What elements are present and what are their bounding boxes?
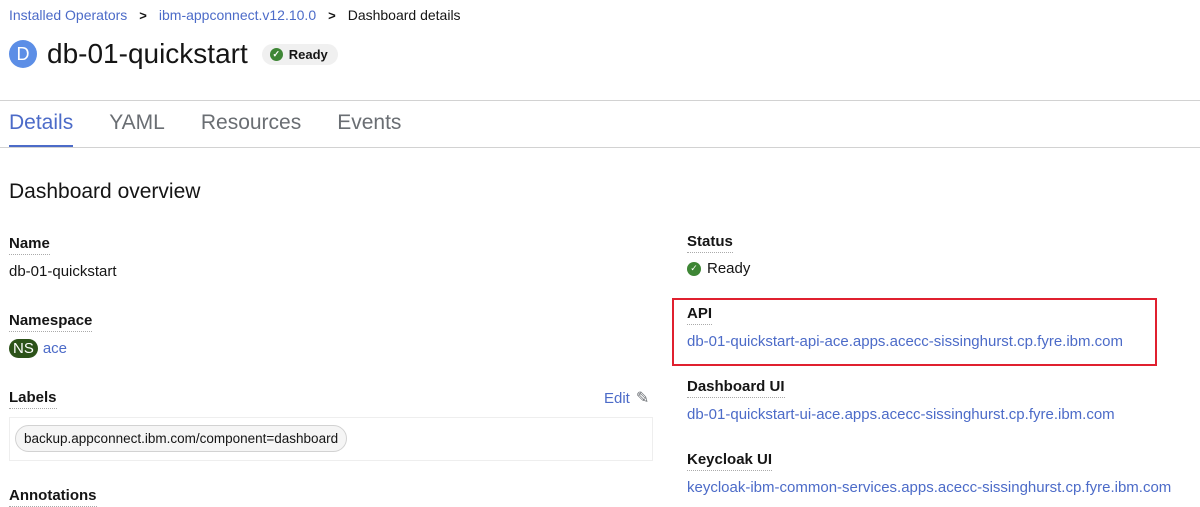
chevron-right-icon: > [328, 7, 336, 23]
status-label: Status [687, 233, 733, 253]
pencil-icon: ✎ [635, 390, 650, 407]
labels-box: backup.appconnect.ibm.com/component=dash… [9, 417, 653, 461]
breadcrumb-current: Dashboard details [347, 7, 461, 23]
breadcrumb: Installed Operators > ibm-appconnect.v12… [9, 7, 461, 23]
dashboard-ui-link[interactable]: db-01-quickstart-ui-ace.apps.acecc-sissi… [687, 406, 1115, 423]
section-title: Dashboard overview [9, 180, 201, 203]
dashboard-ui-label: Dashboard UI [687, 378, 785, 398]
check-circle-icon: ✓ [687, 261, 701, 276]
name-value: db-01-quickstart [9, 263, 117, 280]
api-label: API [687, 305, 713, 325]
namespace-label: Namespace [9, 312, 93, 332]
edit-link[interactable]: Edit [604, 390, 630, 407]
namespace-badge: NS [9, 339, 38, 358]
tab-yaml[interactable]: YAML [109, 100, 165, 148]
breadcrumb-operator[interactable]: ibm-appconnect.v12.10.0 [159, 7, 316, 23]
status-badge: ✓ Ready [261, 43, 338, 65]
page-header: D db-01-quickstart ✓ Ready [9, 38, 338, 70]
tab-resources[interactable]: Resources [201, 100, 301, 148]
edit-labels-button[interactable]: Edit ✎ [604, 388, 649, 408]
divider [0, 147, 1200, 148]
tab-details[interactable]: Details [9, 100, 74, 148]
namespace-link[interactable]: ace [43, 340, 67, 357]
labels-label: Labels [9, 389, 57, 409]
highlight-box [672, 298, 1157, 366]
status-text: Ready [707, 260, 751, 277]
annotations-label: Annotations [9, 487, 97, 507]
chevron-right-icon: > [139, 7, 147, 23]
keycloak-ui-label: Keycloak UI [687, 451, 773, 471]
api-link[interactable]: db-01-quickstart-api-ace.apps.acecc-siss… [687, 333, 1123, 350]
status-value: ✓ Ready [687, 260, 750, 277]
name-label: Name [9, 235, 50, 255]
namespace-value: NS ace [9, 339, 67, 358]
page-title: db-01-quickstart [47, 38, 248, 69]
resource-badge: D [9, 40, 37, 68]
label-chip[interactable]: backup.appconnect.ibm.com/component=dash… [15, 425, 348, 452]
status-text: Ready [288, 46, 328, 62]
check-circle-icon: ✓ [269, 47, 283, 61]
tab-bar: Details YAML Resources Events [9, 100, 401, 148]
tab-events[interactable]: Events [337, 100, 401, 148]
breadcrumb-installed-operators[interactable]: Installed Operators [9, 7, 127, 23]
keycloak-ui-link[interactable]: keycloak-ibm-common-services.apps.acecc-… [687, 479, 1171, 496]
